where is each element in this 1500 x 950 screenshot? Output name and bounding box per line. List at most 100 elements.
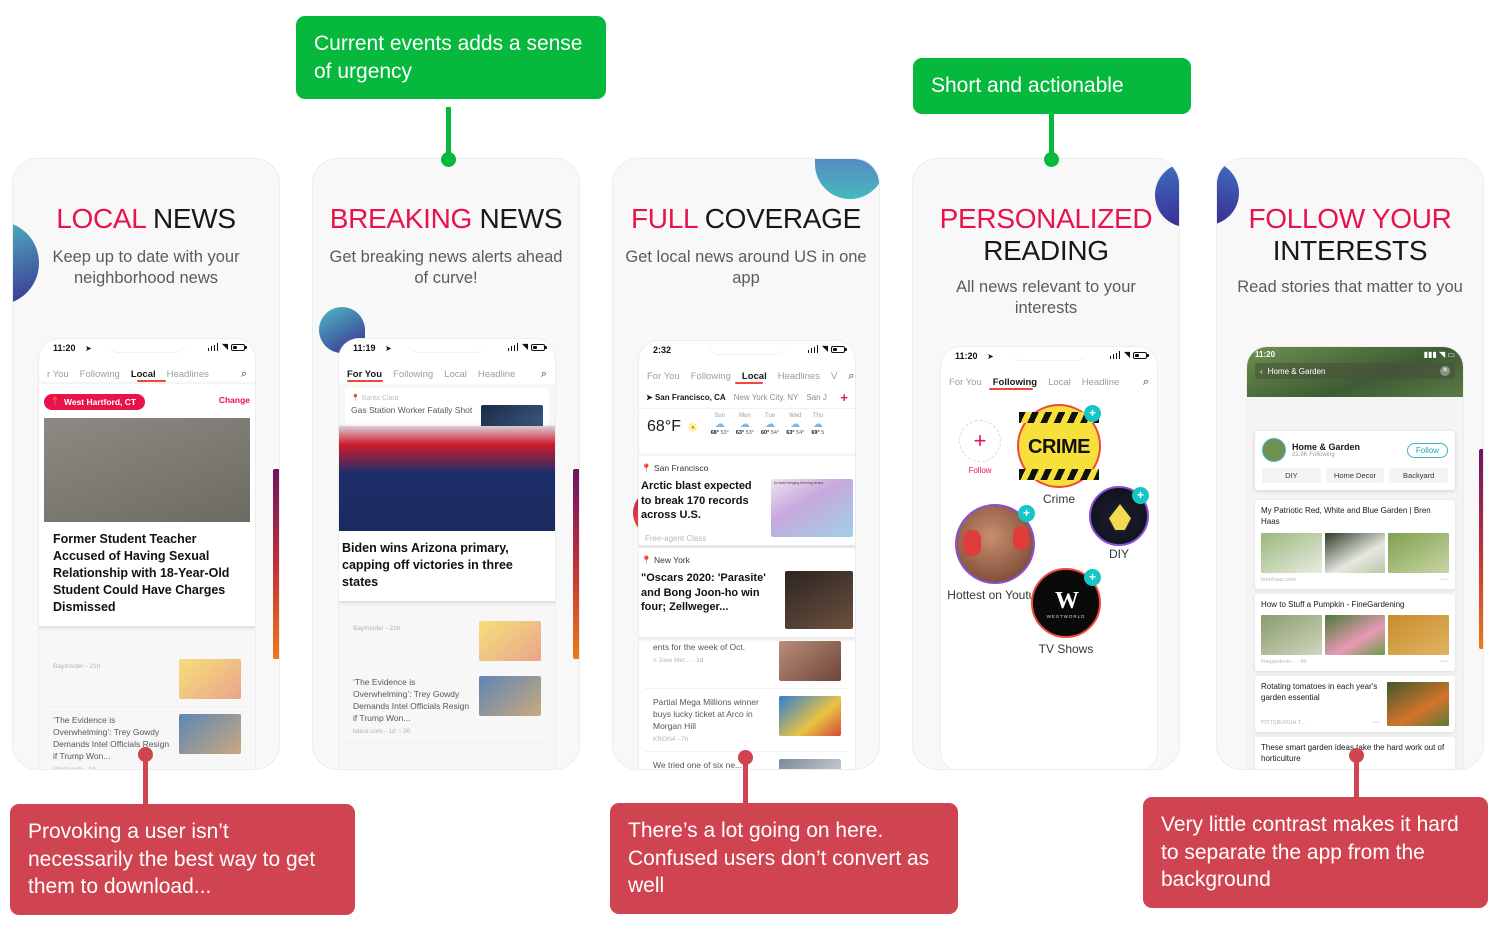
more-icon[interactable]: •••	[1372, 720, 1381, 726]
active-tab-underline	[989, 388, 1033, 390]
search-icon[interactable]: ⌕	[1143, 376, 1149, 389]
city-tab-selected[interactable]: ➤ San Francisco, CA	[646, 393, 726, 402]
search-icon[interactable]: ⌕	[241, 368, 247, 381]
chevron-left-icon[interactable]: ‹	[1260, 367, 1263, 376]
list-item[interactable]: Rotating tomatoes in each year's garden …	[1255, 676, 1455, 733]
search-icon[interactable]: ⌕	[848, 370, 854, 383]
chip-diy[interactable]: DIY	[1262, 468, 1321, 483]
article-title: How to Stuff a Pumpkin - FineGardening	[1261, 599, 1405, 609]
list-item[interactable]: BayInsider - 21h	[45, 652, 249, 707]
list-item[interactable]: My Patriotic Red, White and Blue Garden …	[1255, 500, 1455, 589]
page-title: LOCAL NEWS	[23, 203, 269, 235]
status-time: 2:32	[653, 345, 672, 355]
screenshot-card-full-coverage: FULL COVERAGE Get local news around US i…	[612, 158, 880, 770]
follow-button[interactable]: Follow	[1406, 442, 1448, 458]
change-location-button[interactable]: Change	[219, 391, 250, 405]
tab-local[interactable]: Local	[444, 369, 467, 380]
add-interest-icon[interactable]: +	[1084, 405, 1101, 422]
tab-for-you[interactable]: For You	[347, 369, 382, 380]
article-image	[1387, 682, 1449, 727]
tab-headlines[interactable]: Headlines	[167, 369, 209, 380]
nav-tabs[interactable]: For You Following Local Headline ⌕	[941, 368, 1157, 392]
nav-tabs[interactable]: For You Following Local Headline ⌕	[339, 360, 555, 384]
close-icon[interactable]: ✕	[1440, 366, 1450, 376]
tab-following[interactable]: Following	[393, 369, 433, 380]
list-item[interactable]: ‘The Evidence is Overwhelming’: Trey Gow…	[345, 669, 549, 745]
status-time: 11:20	[1255, 350, 1276, 359]
article-source: brenhaas.com •••	[1261, 576, 1449, 583]
article-image	[1388, 615, 1450, 656]
more-icon[interactable]: •••	[1440, 577, 1449, 583]
profile-topbar: ‹ Home & Garden ✕	[1255, 363, 1455, 379]
notch	[409, 339, 485, 352]
story-text: BayInsider - 21h	[53, 659, 173, 699]
battery-icon	[531, 343, 547, 351]
follow-add-button[interactable]: +	[959, 420, 1001, 462]
nav-tabs[interactable]: For You Following Local Headlines V ⌕	[639, 362, 855, 386]
featured-story-card-2[interactable]: 📍 New York "Oscars 2020: 'Parasite' and …	[639, 548, 855, 637]
nav-tabs[interactable]: r You Following Local Headlines ⌕	[39, 360, 255, 384]
city-tab[interactable]: San J	[806, 393, 826, 402]
list-item[interactable]: BayInsider - 21h	[345, 614, 549, 669]
interest-youtube-avatar[interactable]: +	[955, 504, 1035, 584]
tab-local[interactable]: Local	[1048, 377, 1071, 388]
story-headline: Biden wins Arizona primary, capping off …	[342, 541, 513, 590]
city-tab[interactable]: New York City, NY	[734, 393, 799, 402]
tab-following[interactable]: Following	[993, 377, 1037, 388]
chip-backyard[interactable]: Backyard	[1389, 468, 1449, 483]
callout-anchor-dot	[1044, 152, 1059, 167]
topic-chips[interactable]: DIY Home Decor Backyard	[1262, 468, 1449, 483]
featured-story-card[interactable]: Biden wins Arizona primary, capping off …	[339, 426, 555, 602]
interest-crime-avatar[interactable]: CRIME +	[1017, 404, 1101, 488]
tab-for-you[interactable]: For You	[647, 371, 680, 382]
tab-local[interactable]: Local	[742, 371, 767, 382]
tab-headlines[interactable]: Headlines	[778, 371, 820, 382]
follow-label: Follow	[968, 466, 992, 475]
story-text: ‘The Evidence is Overwhelming’: Trey Gow…	[353, 676, 473, 736]
pin-icon: 📍	[641, 463, 652, 473]
search-icon[interactable]: ⌕	[541, 368, 547, 381]
more-icon[interactable]: •••	[1440, 659, 1449, 665]
tab-headlines[interactable]: Headline	[478, 369, 516, 380]
city-tabs[interactable]: ➤ San Francisco, CA New York City, NY Sa…	[639, 386, 855, 409]
story-text: BayInsider - 21h	[353, 621, 473, 661]
card-subtitle: Get breaking news alerts ahead of curve!	[329, 247, 563, 288]
tab-following[interactable]: Following	[691, 371, 731, 382]
add-interest-icon[interactable]: +	[1018, 505, 1035, 522]
diy-craft-icon	[1109, 504, 1131, 530]
featured-story-card[interactable]: 📍 West Hartford, CT Change Former Student…	[39, 384, 255, 627]
card-subtitle: All news relevant to your interests	[956, 277, 1136, 318]
list-item[interactable]: Partial Mega Millions winner buys lucky …	[645, 689, 849, 753]
status-time: 11:20	[53, 343, 76, 353]
interest-tvshows-avatar[interactable]: W WESTWORLD +	[1031, 568, 1101, 638]
page-title: BREAKING NEWS	[323, 203, 569, 235]
tab-local[interactable]: Local	[131, 369, 156, 380]
story-location: 📍 New York	[641, 555, 690, 565]
gradient-bar-decoration	[1479, 449, 1483, 649]
title-accent: FULL	[630, 203, 698, 234]
list-item[interactable]: How to Stuff a Pumpkin - FineGardening f…	[1255, 593, 1455, 672]
tab-for-you[interactable]: r You	[47, 369, 69, 380]
status-bar: 11:19 ➤ ◥	[339, 339, 555, 360]
add-interest-icon[interactable]: +	[1084, 569, 1101, 586]
location-label: West Hartford, CT	[63, 396, 137, 407]
featured-story-card[interactable]: 📍 San Francisco Arctic blast expected to…	[639, 456, 855, 545]
plus-icon[interactable]: +	[840, 390, 848, 405]
tab-headlines[interactable]: Headline	[1082, 377, 1120, 388]
tab-video[interactable]: V	[831, 371, 837, 382]
page-title: FOLLOW YOUR INTERESTS	[1227, 203, 1473, 267]
add-interest-icon[interactable]: +	[1132, 487, 1149, 504]
wifi-icon: ◥	[821, 344, 828, 353]
status-indicators: ◥	[807, 344, 847, 353]
chip-home-decor[interactable]: Home Decor	[1325, 468, 1385, 483]
list-item[interactable]: ents for the week of Oct. n Jose Mer... -…	[645, 634, 849, 689]
location-chip[interactable]: 📍 West Hartford, CT	[44, 393, 146, 410]
avatar	[1262, 438, 1286, 462]
tab-following[interactable]: Following	[80, 369, 120, 380]
interest-diy-avatar[interactable]: +	[1089, 486, 1149, 546]
tab-for-you[interactable]: For You	[949, 377, 982, 388]
forecast-day: Tue ☁ 60° 54°	[761, 413, 779, 436]
story-headline: Former Student Teacher Accused of Having…	[53, 531, 230, 615]
wifi-icon: ◥	[221, 342, 228, 351]
interest-label-diy: DIY	[1108, 547, 1129, 561]
